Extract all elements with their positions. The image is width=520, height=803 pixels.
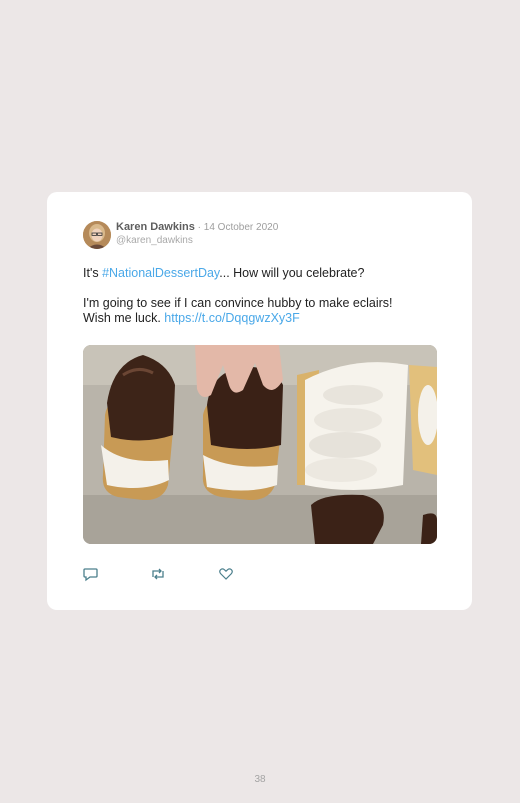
reply-icon[interactable]: [83, 566, 99, 582]
heart-icon[interactable]: [218, 566, 234, 582]
tweet-line-2: I'm going to see if I can convince hubby…: [83, 296, 393, 310]
text-segment: ... How will you celebrate?: [219, 266, 365, 280]
retweet-icon[interactable]: [150, 566, 166, 582]
text-segment: It's: [83, 266, 103, 280]
author-handle[interactable]: @karen_dawkins: [116, 235, 193, 246]
author-name[interactable]: Karen Dawkins: [116, 221, 195, 233]
tweet-author-line: Karen Dawkins · 14 October 2020: [116, 221, 278, 233]
tweet-line-3: Wish me luck. https://t.co/DqqgwzXy3F: [83, 311, 443, 326]
page-number: 38: [254, 774, 266, 785]
tweet-line-1: It's #NationalDessertDay... How will you…: [83, 266, 443, 281]
url-link[interactable]: https://t.co/DqqgwzXy3F: [164, 311, 299, 325]
tweet-date: · 14 October 2020: [194, 222, 279, 233]
avatar[interactable]: [83, 221, 111, 249]
tweet-text: It's #NationalDessertDay... How will you…: [83, 266, 443, 326]
text-segment: Wish me luck.: [83, 311, 165, 325]
hashtag-link[interactable]: #NationalDessertDay: [102, 266, 219, 280]
tweet-media-image[interactable]: [83, 345, 437, 544]
tweet-card: Karen Dawkins · 14 October 2020 @karen_d…: [47, 192, 472, 610]
tweet-actions: [83, 566, 243, 582]
